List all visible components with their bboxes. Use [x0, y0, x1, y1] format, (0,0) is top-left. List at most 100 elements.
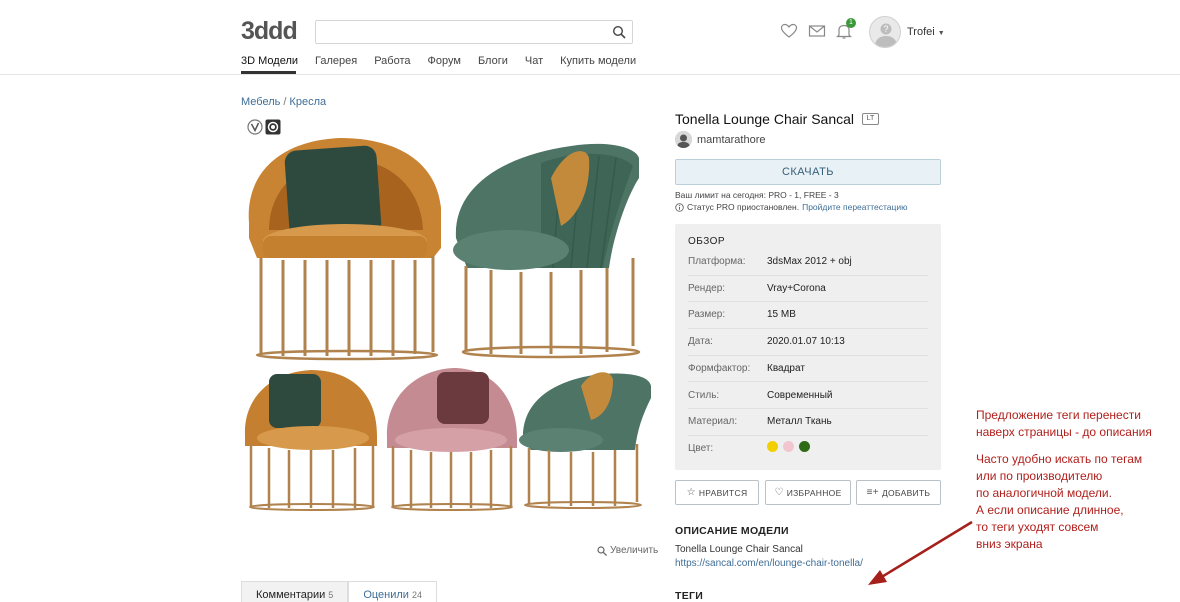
description-link[interactable]: https://sancal.com/en/lounge-chair-tonel…	[675, 558, 863, 569]
license-badge: LT	[862, 113, 879, 125]
annotation-line: А если описание длинное,	[976, 503, 1124, 517]
active-nav-indicator	[241, 71, 296, 74]
overview-label: Материал:	[688, 416, 738, 428]
overview-value: 2020.01.07 10:13	[767, 336, 845, 348]
zoom-label: Увеличить	[610, 545, 659, 556]
svg-text:?: ?	[883, 24, 888, 34]
color-swatch-yellow[interactable]	[767, 440, 778, 452]
heart-icon[interactable]	[780, 22, 798, 40]
pro-status: Статус PRO приостановлен. Пройдите переа…	[675, 202, 908, 212]
magnifier-icon	[597, 545, 607, 556]
description-heading: ОПИСАНИЕ МОДЕЛИ	[675, 525, 789, 537]
overview-value[interactable]: Квадрат	[767, 363, 805, 374]
add-label: ДОБАВИТЬ	[881, 487, 931, 498]
star-icon: ☆	[686, 487, 696, 498]
nav-item-jobs[interactable]: Работа	[374, 55, 410, 69]
zoom-button[interactable]: Увеличить	[597, 545, 658, 556]
tab-comments-label: Комментарии	[256, 589, 326, 601]
list-add-icon: ≡+	[866, 487, 879, 498]
favorite-button[interactable]: ♡ ИЗБРАННОЕ	[765, 480, 851, 505]
overview-label: Формфактор:	[688, 362, 751, 374]
annotation-line: наверх страницы - до описания	[976, 425, 1152, 439]
color-swatch-pink[interactable]	[783, 440, 794, 452]
overview-value: 3dsMax 2012 + obj	[767, 256, 852, 267]
pro-status-text: Статус PRO приостановлен.	[687, 202, 800, 212]
add-to-list-button[interactable]: ≡+ ДОБАВИТЬ	[856, 480, 941, 505]
user-avatar[interactable]: ?	[869, 16, 901, 48]
product-title: Tonella Lounge Chair Sancal	[675, 111, 855, 127]
overview-row-size: Размер: 15 MB	[688, 302, 928, 330]
comment-tabs: Комментарии 5 Оценили 24	[241, 581, 437, 602]
green-chair-side	[453, 143, 641, 359]
nav-item-chat[interactable]: Чат	[525, 55, 543, 69]
tab-ratings[interactable]: Оценили 24	[348, 581, 437, 602]
annotation-line: то теги уходят совсем	[976, 520, 1099, 534]
nav-item-forum[interactable]: Форум	[428, 55, 461, 69]
tab-ratings-label: Оценили	[363, 589, 409, 601]
overview-value[interactable]: Современный	[767, 390, 832, 401]
overview-row-date: Дата: 2020.01.07 10:13	[688, 329, 928, 356]
nav-item-blogs[interactable]: Блоги	[478, 55, 508, 69]
heart-outline-icon: ♡	[774, 487, 784, 498]
recertify-link[interactable]: Пройдите переаттестацию	[802, 202, 907, 212]
nav-item-buy-models[interactable]: Купить модели	[560, 55, 636, 69]
download-limit-text: Ваш лимит на сегодня: PRO - 1, FREE - 3	[675, 190, 839, 200]
site-logo[interactable]: 3ddd	[241, 18, 299, 44]
breadcrumb: Мебель / Кресла	[241, 96, 326, 108]
action-buttons: ☆ НРАВИТСЯ ♡ ИЗБРАННОЕ ≡+ ДОБАВИТЬ	[675, 480, 941, 505]
annotation-line: по аналогичной модели.	[976, 486, 1112, 500]
annotation-line: вниз экрана	[976, 537, 1043, 551]
info-icon	[675, 202, 684, 212]
logo-text: 3ddd	[241, 17, 298, 45]
nav-item-3d-models[interactable]: 3D Модели	[241, 55, 298, 69]
overview-label: Размер:	[688, 309, 726, 321]
color-swatch-green[interactable]	[799, 440, 810, 452]
site-header: 3ddd 1 ? Trofei ▼ 3D Модели Галерея Рабо…	[0, 0, 1180, 75]
overview-value: 15 MB	[767, 309, 796, 321]
overview-row-platform: Платформа: 3dsMax 2012 + obj	[688, 249, 928, 276]
overview-row-color: Цвет:	[688, 436, 928, 463]
tab-comments[interactable]: Комментарии 5	[241, 581, 349, 602]
search-icon[interactable]	[612, 25, 626, 39]
overview-value: Vray+Corona	[767, 282, 826, 294]
orange-chair-front	[248, 138, 441, 361]
like-button[interactable]: ☆ НРАВИТСЯ	[675, 480, 759, 505]
tab-comments-count: 5	[328, 590, 334, 600]
author-name[interactable]: mamtarathore	[697, 134, 765, 146]
overview-heading: ОБЗОР	[688, 236, 726, 247]
description-text: Tonella Lounge Chair Sancal	[675, 544, 803, 555]
overview-label: Цвет:	[688, 442, 714, 454]
search-input[interactable]	[316, 21, 606, 43]
tags-heading: ТЕГИ	[675, 590, 704, 602]
user-silhouette-icon: ?	[875, 23, 897, 47]
breadcrumb-separator: /	[283, 96, 287, 108]
annotation-reason: Часто удобно искать по тегам или по прои…	[976, 451, 1142, 553]
chevron-down-icon: ▼	[937, 30, 945, 37]
author-avatar[interactable]	[675, 131, 692, 148]
overview-row-formfactor: Формфактор: Квадрат	[688, 356, 928, 383]
author-avatar-icon	[675, 131, 692, 148]
overview-label: Рендер:	[688, 282, 726, 294]
download-button[interactable]: СКАЧАТЬ	[675, 159, 941, 185]
orange-chair-small	[244, 370, 377, 511]
nav-item-gallery[interactable]: Галерея	[315, 55, 357, 69]
overview-panel: ОБЗОР Платформа: 3dsMax 2012 + obj Ренде…	[675, 224, 941, 470]
overview-row-style: Стиль: Современный	[688, 383, 928, 410]
breadcrumb-furniture[interactable]: Мебель	[241, 96, 280, 108]
overview-row-render: Рендер: Vray+Corona	[688, 276, 928, 303]
product-image[interactable]	[241, 118, 657, 528]
overview-label: Стиль:	[688, 389, 720, 401]
annotation-line: Предложение теги перенести	[976, 408, 1141, 422]
overview-value[interactable]: Металл Ткань	[767, 416, 832, 427]
user-menu[interactable]: Trofei ▼	[907, 26, 945, 38]
page: 3ddd 1 ? Trofei ▼ 3D Модели Галерея Рабо…	[0, 0, 1180, 602]
mail-icon[interactable]	[808, 22, 826, 40]
like-label: НРАВИТСЯ	[698, 487, 748, 498]
breadcrumb-chairs[interactable]: Кресла	[289, 96, 326, 108]
pink-chair	[386, 368, 517, 511]
overview-label: Платформа:	[688, 256, 746, 267]
annotation-line: или по производителю	[976, 469, 1103, 483]
annotation-line: Часто удобно искать по тегам	[976, 452, 1143, 466]
green-chair-small	[519, 372, 651, 509]
overview-row-material: Материал: Металл Ткань	[688, 409, 928, 436]
